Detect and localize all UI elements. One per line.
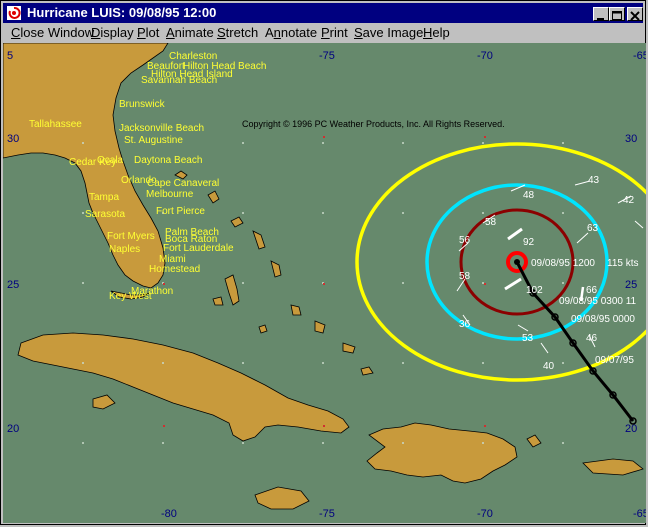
city-label: Fort Lauderdale — [163, 243, 234, 254]
menu-plot[interactable]: Plot — [137, 23, 159, 43]
window-title: Hurricane LUIS: 09/08/95 12:00 — [27, 5, 217, 20]
wind-speed-label: 56 — [459, 235, 471, 246]
minimize-icon — [597, 18, 604, 20]
wind-speed-label: 42 — [623, 195, 635, 206]
lon-label: -80 — [161, 508, 177, 520]
title-bar[interactable]: Hurricane LUIS: 09/08/95 12:00 — [3, 3, 643, 23]
wind-speed-label: 102 — [526, 285, 543, 296]
map-canvas[interactable]: -80 -75 -70 -65 5 -75 -70 -65 30 30 25 2… — [3, 43, 646, 523]
track-label: 09/07/95 — [595, 355, 634, 366]
menu-help[interactable]: Help — [423, 23, 450, 43]
city-label: Fort Pierce — [156, 206, 205, 217]
track-label: 09/08/95 0300 11 — [559, 296, 637, 307]
wind-speed-label: 58 — [485, 217, 497, 228]
wind-speed-label: 92 — [523, 237, 535, 248]
lat-label: 25 — [625, 279, 637, 291]
maximize-button[interactable] — [609, 7, 625, 21]
menu-animate[interactable]: Animate — [166, 23, 214, 43]
menu-close-window[interactable]: Close Window — [11, 23, 94, 43]
menu-bar: Close Window Display Plot Animate Stretc… — [3, 23, 643, 43]
track-label: 09/08/95 0000 — [571, 314, 635, 325]
intensity-label: 115 kts — [607, 258, 639, 269]
wind-speed-label: 48 — [523, 190, 535, 201]
app-window: Hurricane LUIS: 09/08/95 12:00 Close Win… — [0, 0, 646, 525]
menu-print[interactable]: Print — [321, 23, 348, 43]
lon-label: 5 — [7, 50, 13, 62]
lat-label: 20 — [625, 423, 637, 435]
hurricane-app-icon — [7, 6, 21, 20]
lon-label: -65 — [633, 508, 646, 520]
city-label: Tampa — [89, 192, 119, 203]
city-label: Fort Myers — [107, 231, 155, 242]
city-label: Jacksonville Beach — [119, 123, 204, 134]
wind-speed-label: 63 — [587, 223, 599, 234]
city-label: Naples — [109, 244, 140, 255]
lon-label: -65 — [633, 50, 646, 62]
lon-label: -70 — [477, 508, 493, 520]
city-label: Tallahassee — [29, 119, 82, 130]
map-view[interactable]: -80 -75 -70 -65 5 -75 -70 -65 30 30 25 2… — [3, 43, 646, 523]
city-label: St. Augustine — [124, 135, 183, 146]
lon-label: -70 — [477, 50, 493, 62]
track-label: 09/08/95 1200 — [531, 258, 595, 269]
maximize-icon — [612, 11, 622, 20]
lat-label: 25 — [7, 279, 19, 291]
menu-save-image[interactable]: Save Image — [354, 23, 423, 43]
wind-speed-label: 36 — [459, 319, 471, 330]
city-label: Sarasota — [85, 209, 125, 220]
wind-speed-label: 43 — [588, 175, 600, 186]
lon-label: -75 — [319, 50, 335, 62]
wind-speed-label: 66 — [586, 285, 598, 296]
wind-speed-label: 58 — [459, 271, 471, 282]
city-label: Savannah Beach — [141, 75, 217, 86]
minimize-button[interactable] — [593, 7, 609, 21]
lat-label: 20 — [7, 423, 19, 435]
close-button[interactable] — [627, 7, 643, 21]
menu-display[interactable]: Display — [91, 23, 134, 43]
lat-label: 30 — [625, 133, 637, 145]
city-label: Daytona Beach — [134, 155, 202, 166]
city-label: Key West — [109, 291, 152, 302]
city-label: Brunswick — [119, 99, 166, 110]
city-label: Homestead — [149, 264, 200, 275]
close-icon — [630, 11, 640, 21]
lon-label: -75 — [319, 508, 335, 520]
wind-speed-label: 40 — [543, 361, 555, 372]
city-label: Cape Canaveral — [147, 178, 219, 189]
menu-stretch[interactable]: Stretch — [217, 23, 258, 43]
wind-speed-label: 46 — [586, 333, 598, 344]
copyright-text: Copyright © 1996 PC Weather Products, In… — [242, 119, 505, 129]
menu-annotate[interactable]: Annotate — [265, 23, 317, 43]
city-label: Cedar Key — [69, 157, 116, 168]
city-label: Melbourne — [146, 189, 194, 200]
lat-label: 30 — [7, 133, 19, 145]
wind-speed-label: 53 — [522, 333, 534, 344]
